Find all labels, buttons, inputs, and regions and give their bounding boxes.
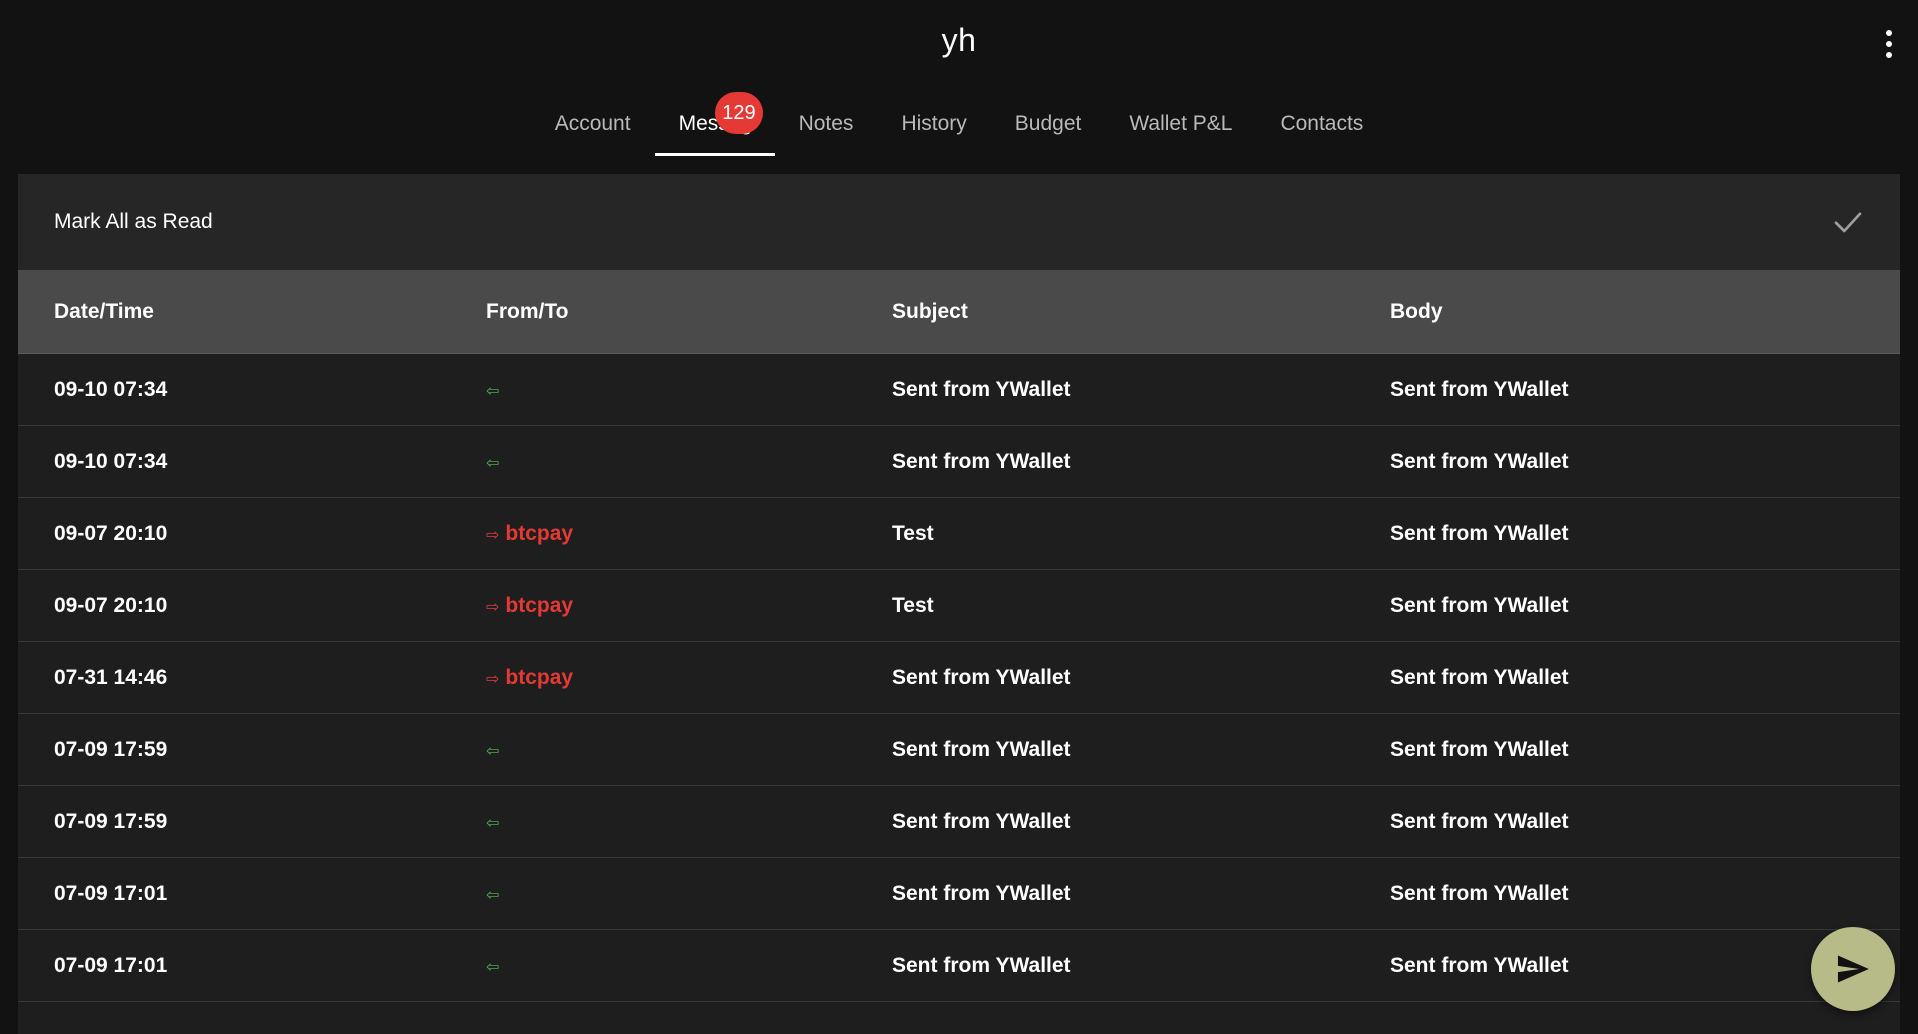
message-body: Sent from YWallet	[1390, 377, 1569, 401]
incoming-arrow-icon: ⇦	[486, 382, 500, 400]
outgoing-arrow-icon: ⇨	[486, 598, 500, 616]
more-vertical-icon	[1886, 30, 1892, 36]
message-body: Sent from YWallet	[1390, 809, 1569, 833]
message-datetime: 09-07 20:10	[54, 593, 168, 617]
message-datetime: 07-09 17:59	[54, 737, 168, 761]
message-subject: Sent from YWallet	[892, 665, 1071, 689]
tab-wallet-pnl[interactable]: Wallet P&L	[1105, 92, 1256, 156]
mark-all-read-bar[interactable]: Mark All as Read	[18, 174, 1900, 270]
message-body: Sent from YWallet	[1390, 881, 1569, 905]
message-party: btcpay	[505, 665, 574, 689]
message-body: Sent from YWallet	[1390, 449, 1569, 473]
message-datetime: 09-10 07:34	[54, 377, 168, 401]
tab-contacts[interactable]: Contacts	[1256, 92, 1387, 156]
message-datetime: 07-09 17:59	[54, 809, 168, 833]
tab-notes[interactable]: Notes	[775, 92, 878, 156]
incoming-arrow-icon: ⇦	[486, 958, 500, 976]
table-row[interactable]: 07-09 17:59 ⇦ Sent from YWallet Sent from Y…	[18, 786, 1900, 858]
tab-history[interactable]: History	[877, 92, 990, 156]
tab-label: Contacts	[1280, 112, 1364, 135]
message-datetime: 07-09 17:01	[54, 881, 168, 905]
table-row[interactable]: 09-10 07:34 ⇦ Sent from YWallet Sent from Y…	[18, 426, 1900, 498]
outgoing-arrow-icon: ⇨	[486, 526, 500, 544]
message-from-to: ⇦	[486, 882, 499, 906]
column-header-from-to[interactable]: From/To	[486, 300, 568, 324]
column-header-datetime[interactable]: Date/Time	[54, 300, 154, 324]
incoming-arrow-icon: ⇦	[486, 454, 500, 472]
message-subject: Sent from YWallet	[892, 809, 1071, 833]
message-datetime: 09-07 20:10	[54, 521, 168, 545]
message-list: 09-10 07:34 ⇦ Sent from YWallet Sent from Y…	[18, 354, 1900, 1002]
app-root: yh Account Messages 129 Notes History Bu…	[0, 0, 1918, 1034]
message-body: Sent from YWallet	[1390, 593, 1569, 617]
message-subject: Sent from YWallet	[892, 737, 1071, 761]
tab-messages[interactable]: Messages 129	[654, 92, 775, 156]
message-body: Sent from YWallet	[1390, 665, 1569, 689]
send-icon	[1837, 955, 1869, 983]
page-title: yh	[941, 22, 977, 58]
message-body: Sent from YWallet	[1390, 737, 1569, 761]
table-row[interactable]: 07-31 14:46 ⇨ btcpay Sent from YWallet Sent …	[18, 642, 1900, 714]
message-from-to: ⇨ btcpay	[486, 666, 573, 690]
table-row[interactable]: 09-07 20:10 ⇨ btcpay Test Sent from YWallet	[18, 570, 1900, 642]
column-header-subject[interactable]: Subject	[892, 300, 968, 324]
message-party: btcpay	[505, 521, 574, 545]
tab-label: Notes	[798, 112, 854, 135]
more-vertical-icon-dot	[1886, 52, 1892, 58]
message-subject: Sent from YWallet	[892, 377, 1071, 401]
table-header: Date/Time From/To Subject Body	[18, 270, 1900, 354]
message-datetime: 09-10 07:34	[54, 449, 168, 473]
incoming-arrow-icon: ⇦	[486, 742, 500, 760]
tab-budget[interactable]: Budget	[991, 92, 1106, 156]
message-from-to: ⇨ btcpay	[486, 522, 573, 546]
table-row[interactable]: 07-09 17:01 ⇦ Sent from YWallet Sent from Y…	[18, 858, 1900, 930]
incoming-arrow-icon: ⇦	[486, 886, 500, 904]
message-body: Sent from YWallet	[1390, 521, 1569, 545]
message-subject: Sent from YWallet	[892, 953, 1071, 977]
message-from-to: ⇦	[486, 450, 499, 474]
message-datetime: 07-09 17:01	[54, 953, 168, 977]
check-icon[interactable]	[1830, 204, 1866, 240]
outgoing-arrow-icon: ⇨	[486, 670, 500, 688]
messages-card: Mark All as Read Date/Time From/To Subje…	[18, 174, 1900, 1034]
incoming-arrow-icon: ⇦	[486, 814, 500, 832]
message-body: Sent from YWallet	[1390, 953, 1569, 977]
column-header-body[interactable]: Body	[1390, 300, 1443, 324]
message-datetime: 07-31 14:46	[54, 665, 168, 689]
message-party: btcpay	[505, 593, 574, 617]
unread-count-badge: 129	[715, 92, 763, 134]
message-subject: Test	[892, 521, 934, 545]
more-vertical-icon-dot	[1886, 41, 1892, 47]
more-menu-button[interactable]	[1874, 24, 1904, 64]
message-subject: Sent from YWallet	[892, 449, 1071, 473]
message-subject: Test	[892, 593, 934, 617]
tab-label: Account	[554, 112, 631, 135]
message-from-to: ⇦	[486, 378, 499, 402]
message-from-to: ⇨ btcpay	[486, 594, 573, 618]
table-row[interactable]: 09-07 20:10 ⇨ btcpay Test Sent from YWallet	[18, 498, 1900, 570]
message-subject: Sent from YWallet	[892, 881, 1071, 905]
table-row[interactable]: 09-10 07:34 ⇦ Sent from YWallet Sent from Y…	[18, 354, 1900, 426]
mark-all-read-label[interactable]: Mark All as Read	[54, 210, 213, 234]
app-header: yh Account Messages 129 Notes History Bu…	[0, 0, 1918, 172]
tab-account[interactable]: Account	[531, 92, 655, 156]
table-row[interactable]: 07-09 17:59 ⇦ Sent from YWallet Sent from Y…	[18, 714, 1900, 786]
message-from-to: ⇦	[486, 810, 499, 834]
send-message-button[interactable]	[1811, 927, 1895, 1011]
tab-label: Wallet P&L	[1129, 112, 1233, 135]
message-from-to: ⇦	[486, 738, 499, 762]
tab-label: Budget	[1014, 112, 1082, 135]
table-row[interactable]: 07-09 17:01 ⇦ Sent from YWallet Sent from Y…	[18, 930, 1900, 1002]
message-from-to: ⇦	[486, 954, 499, 978]
tab-bar: Account Messages 129 Notes History Budge…	[0, 92, 1918, 156]
tab-label: History	[901, 112, 967, 135]
